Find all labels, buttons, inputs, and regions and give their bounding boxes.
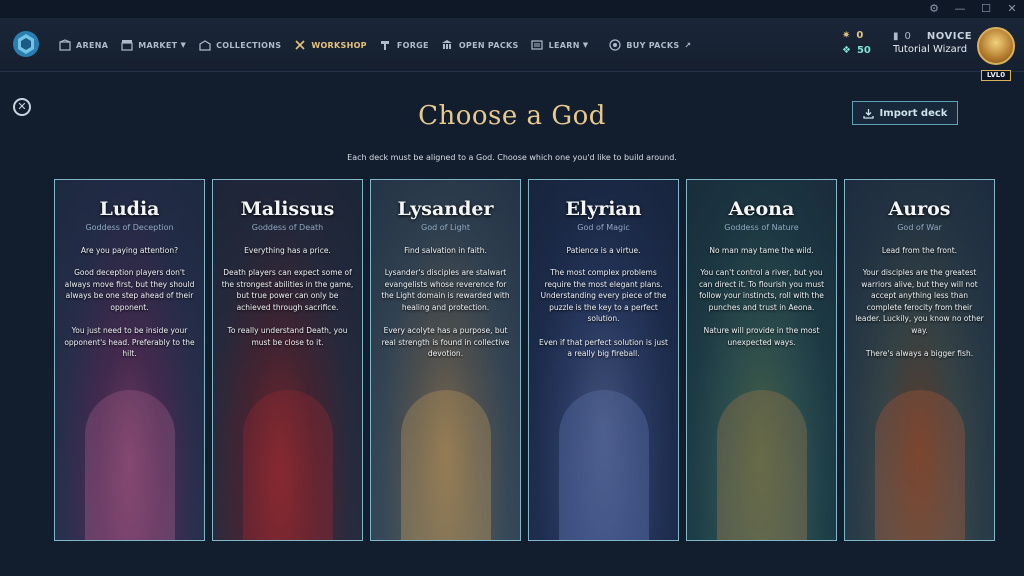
nav-item-buy-packs[interactable]: BUY PACKS ↗	[608, 39, 691, 52]
avatar[interactable]	[977, 27, 1015, 65]
god-card-elyrian[interactable]: Elyrian God of Magic Patience is a virtu…	[528, 179, 679, 541]
nav-item-label: WORKSHOP	[311, 40, 367, 50]
nav-item-market[interactable]: MARKET ▼	[120, 39, 186, 52]
nav-item-label: OPEN PACKS	[458, 40, 519, 50]
nav-item-label: ARENA	[76, 40, 109, 50]
god-name: Ludia	[99, 198, 160, 220]
forge-icon	[379, 39, 392, 52]
god-description: Nature will provide in the most unexpect…	[703, 326, 820, 347]
god-tagline: No man may tame the wild.	[709, 246, 814, 255]
nav-items: ARENA MARKET ▼ COLLECTIONS WORKSHOP FORG…	[58, 18, 691, 72]
god-tagline: Everything has a price.	[244, 246, 331, 255]
god-name: Lysander	[397, 198, 494, 220]
god-description: Good deception players don't always move…	[64, 268, 195, 312]
card-count-icon: ▮	[893, 31, 899, 42]
nav-item-open-packs[interactable]: OPEN PACKS	[441, 39, 519, 52]
nav-item-learn[interactable]: LEARN ▼	[531, 39, 589, 52]
god-description: Your disciples are the greatest warriors…	[855, 268, 984, 335]
nav-item-arena[interactable]: ARENA	[58, 39, 108, 52]
god-description: There's always a bigger fish.	[865, 349, 974, 358]
external-link-icon: ↗	[684, 40, 692, 50]
currency-display: ✷ 0 ❖ 50	[842, 28, 871, 58]
chevron-down-icon: ▼	[582, 41, 589, 49]
god-epithet: God of Magic	[577, 223, 630, 232]
rank-box: ▮ 0 NOVICE Tutorial Wizard	[893, 31, 972, 55]
nav-item-workshop[interactable]: WORKSHOP	[293, 39, 367, 52]
gem-icon: ❖	[842, 45, 851, 56]
workshop-icon	[293, 39, 306, 52]
god-card-auros[interactable]: Auros God of War Lead from the front. Yo…	[844, 179, 995, 541]
god-cards: Ludia Goddess of Deception Are you payin…	[54, 179, 995, 541]
rank-label: NOVICE	[926, 31, 973, 42]
flux-icon: ✷	[842, 30, 851, 41]
collections-icon	[198, 39, 211, 52]
nav-item-label: MARKET	[138, 40, 178, 50]
top-nav: ARENA MARKET ▼ COLLECTIONS WORKSHOP FORG…	[0, 18, 1024, 81]
god-tagline: Lead from the front.	[881, 246, 958, 255]
username: Tutorial Wizard	[893, 44, 968, 55]
arena-icon	[58, 39, 71, 52]
import-deck-button[interactable]: Import deck	[852, 101, 958, 125]
god-epithet: Goddess of Deception	[85, 223, 174, 232]
god-name: Auros	[888, 198, 951, 220]
maximize-icon[interactable]: ☐	[980, 2, 992, 16]
god-tagline: Are you paying attention?	[80, 246, 179, 255]
app-logo-icon[interactable]	[12, 30, 40, 58]
nav-item-label: BUY PACKS	[626, 40, 680, 50]
god-description: You can't control a river, but you can d…	[698, 268, 825, 312]
settings-icon[interactable]: ⚙	[928, 2, 940, 16]
rank-count: 0	[904, 31, 911, 42]
import-icon	[862, 108, 874, 119]
chevron-down-icon: ▼	[180, 41, 187, 49]
god-tagline: Patience is a virtue.	[566, 246, 641, 255]
window-controls: ⚙ — ☐ ✕	[928, 2, 1018, 16]
god-card-malissus[interactable]: Malissus Goddess of Death Everything has…	[212, 179, 363, 541]
market-icon	[120, 39, 133, 52]
nav-item-forge[interactable]: FORGE	[379, 39, 429, 52]
learn-icon	[531, 39, 544, 52]
god-name: Aeona	[728, 198, 795, 220]
flux-count: ✷ 0	[842, 30, 864, 41]
nav-item-label: FORGE	[396, 40, 429, 50]
god-epithet: God of Light	[421, 223, 470, 232]
god-description: Every acolyte has a purpose, but real st…	[381, 326, 510, 358]
minimize-icon[interactable]: —	[954, 2, 966, 16]
god-description: Death players can expect some of the str…	[221, 268, 354, 312]
god-description: The most complex problems require the mo…	[540, 268, 667, 323]
nav-item-collections[interactable]: COLLECTIONS	[198, 39, 281, 52]
god-card-ludia[interactable]: Ludia Goddess of Deception Are you payin…	[54, 179, 205, 541]
import-deck-label: Import deck	[879, 107, 948, 119]
nav-item-label: COLLECTIONS	[216, 40, 282, 50]
nav-item-label: LEARN	[548, 40, 580, 50]
god-description: You just need to be inside your opponent…	[64, 326, 195, 358]
god-epithet: Goddess of Death	[251, 223, 324, 232]
close-window-icon[interactable]: ✕	[1006, 2, 1018, 16]
god-tagline: Find salvation in faith.	[404, 246, 487, 255]
level-badge: LVL0	[981, 70, 1011, 81]
god-epithet: God of War	[897, 223, 942, 232]
god-epithet: Goddess of Nature	[724, 223, 799, 232]
buy-packs-icon	[608, 39, 621, 52]
rank-row: ▮ 0 NOVICE	[893, 31, 972, 42]
god-description: Even if that perfect solution is just a …	[539, 337, 668, 359]
open-packs-icon	[441, 39, 454, 52]
god-description: To really understand Death, you must be …	[227, 326, 348, 347]
god-name: Elyrian	[565, 198, 642, 220]
god-card-lysander[interactable]: Lysander God of Light Find salvation in …	[370, 179, 521, 541]
god-description: Lysander's disciples are stalwart evange…	[381, 268, 510, 312]
god-card-aeona[interactable]: Aeona Goddess of Nature No man may tame …	[686, 179, 837, 541]
window-title-bar: ⚙ — ☐ ✕	[0, 0, 1024, 18]
god-name: Malissus	[240, 198, 335, 220]
page-subtitle: Each deck must be aligned to a God. Choo…	[347, 153, 677, 162]
gem-count: ❖ 50	[842, 45, 871, 56]
